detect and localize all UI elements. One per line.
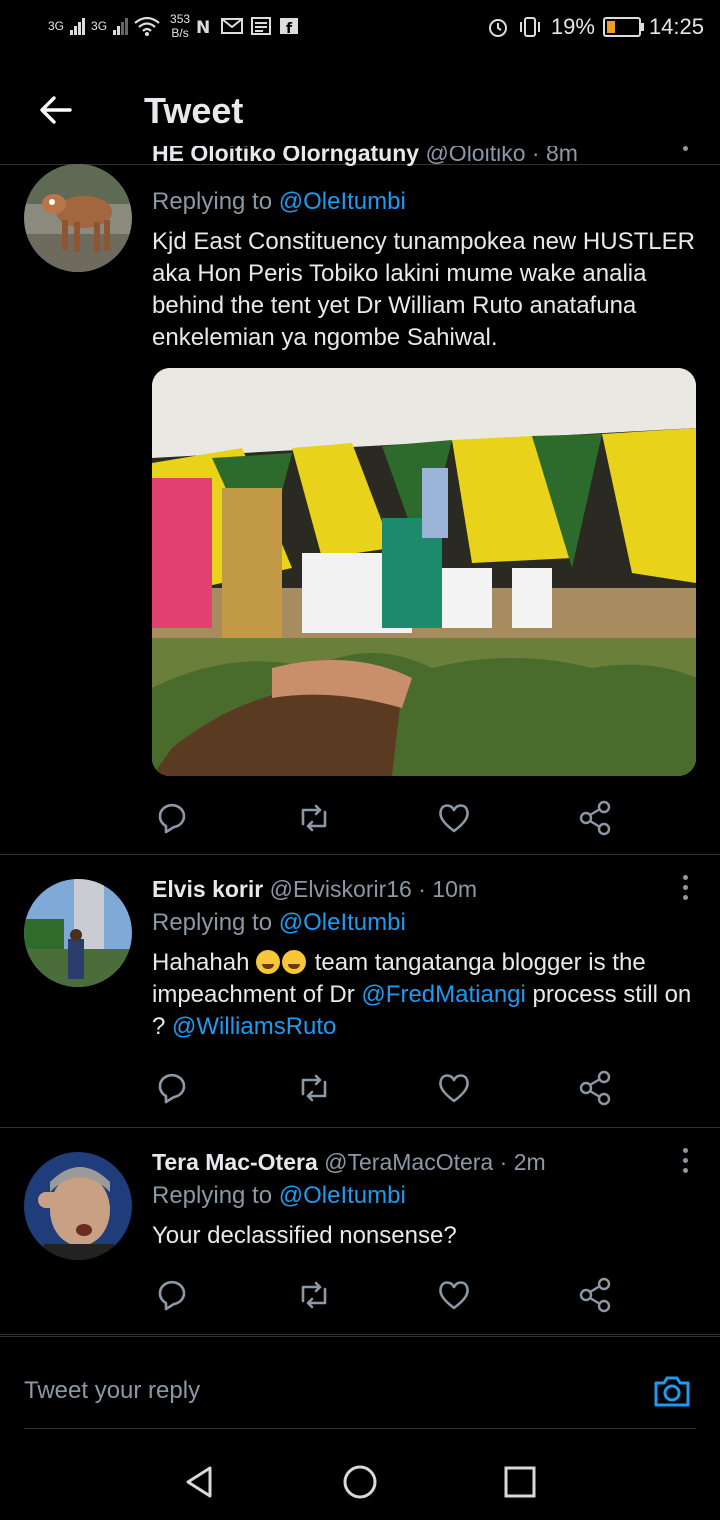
avatar[interactable] — [24, 164, 132, 272]
sim1-label: 3G — [48, 19, 65, 33]
replying-to: Replying to @OleItumbi — [152, 907, 696, 939]
replying-to-mention[interactable]: @OleItumbi — [279, 909, 406, 936]
avatar[interactable] — [24, 879, 132, 987]
status-bar: 3G 3G 353 B/s N f 19% 14:25 — [0, 0, 720, 56]
mention-link[interactable]: @WilliamsRuto — [172, 1013, 336, 1040]
retweet-icon[interactable] — [294, 798, 334, 838]
vibrate-icon — [519, 17, 540, 37]
replying-to-mention[interactable]: @OleItumbi — [279, 1182, 406, 1209]
tweet-actions — [152, 798, 622, 838]
laughing-emoji-icon — [256, 950, 281, 974]
more-options-icon[interactable] — [680, 875, 690, 905]
battery-percent: 19% — [550, 14, 595, 39]
tweet-author-name[interactable]: Elvis korir — [152, 876, 263, 902]
divider — [24, 1428, 696, 1429]
like-icon[interactable] — [434, 798, 474, 838]
tweet-author-name[interactable]: HE Oloitiko Olorngatuny — [152, 146, 419, 166]
replying-to: Replying to @OleItumbi — [152, 1180, 696, 1212]
tweet-author-handle: @TeraMacOtera — [324, 1149, 494, 1175]
tweet-author-name[interactable]: Tera Mac-Otera — [152, 1149, 318, 1175]
tweet-actions — [152, 1068, 622, 1108]
like-icon[interactable] — [434, 1275, 474, 1315]
sim2-label: 3G — [91, 19, 108, 33]
more-options-icon[interactable] — [680, 146, 690, 176]
camera-icon[interactable] — [652, 1371, 692, 1411]
tweet-time: 2m — [513, 1149, 546, 1175]
avatar-photo — [24, 879, 132, 987]
clock: 14:25 — [648, 14, 704, 39]
tweet[interactable]: Tera Mac-Otera @TeraMacOtera · 2m Replyi… — [0, 1128, 720, 1335]
tweet-actions — [152, 1275, 622, 1315]
reply-icon[interactable] — [152, 798, 192, 838]
notification-icons: N f — [196, 17, 299, 36]
tweet[interactable]: HE Oloitiko Olorngatuny @Oloitiko · 8m R… — [0, 140, 720, 855]
reply-icon[interactable] — [152, 1275, 192, 1315]
system-navigation-bar — [0, 1440, 720, 1520]
alarm-icon — [488, 19, 507, 37]
tweet-time: 10m — [432, 876, 478, 902]
back-arrow-icon[interactable] — [36, 90, 76, 130]
nav-recents-icon[interactable] — [500, 1462, 540, 1502]
reply-composer: Tweet your reply — [0, 1336, 720, 1429]
tweet-time: 8m — [545, 146, 578, 166]
reply-icon[interactable] — [152, 1068, 192, 1108]
nav-back-icon[interactable] — [180, 1462, 220, 1502]
network-speed-value: 353 — [170, 12, 191, 26]
avatar[interactable] — [24, 1152, 132, 1260]
mention-link[interactable]: @FredMatiangi — [361, 981, 525, 1008]
tweet[interactable]: Elvis korir @Elviskorir16 · 10m Replying… — [0, 855, 720, 1128]
signal-icon-2 — [113, 17, 129, 35]
reply-input[interactable]: Tweet your reply — [24, 1377, 200, 1405]
wifi-icon — [134, 16, 160, 36]
nav-home-icon[interactable] — [340, 1462, 380, 1502]
tweet-author-handle: @Oloitiko — [425, 146, 526, 166]
retweet-icon[interactable] — [294, 1068, 334, 1108]
calf-photo — [24, 164, 132, 272]
tweet-text: Hahahah team tangatanga blogger is the i… — [152, 947, 696, 1043]
replying-to-mention[interactable]: @OleItumbi — [279, 188, 406, 215]
svg-text:f: f — [286, 21, 293, 36]
page-title: Tweet — [144, 90, 244, 131]
tweet-author-handle: @Elviskorir16 — [269, 876, 412, 902]
svg-text:N: N — [196, 18, 210, 36]
tweet-text-part: Hahahah — [152, 949, 257, 976]
tweet-image[interactable] — [152, 368, 696, 776]
retweet-icon[interactable] — [294, 1275, 334, 1315]
tweet-text: Kjd East Constituency tunampokea new HUS… — [152, 228, 695, 351]
tent-event-photo — [152, 368, 696, 776]
share-icon[interactable] — [576, 798, 616, 838]
like-icon[interactable] — [434, 1068, 474, 1108]
battery-icon — [602, 17, 644, 37]
signal-icon — [70, 17, 86, 35]
network-speed-unit: B/s — [171, 26, 189, 40]
avatar-photo — [24, 1152, 132, 1260]
tweet-text: Your declassified nonsense? — [152, 1222, 457, 1249]
share-icon[interactable] — [576, 1068, 616, 1108]
replying-prefix: Replying to — [152, 1182, 273, 1209]
share-icon[interactable] — [576, 1275, 616, 1315]
smiling-emoji-icon — [282, 950, 307, 974]
replying-prefix: Replying to — [152, 188, 273, 215]
more-options-icon[interactable] — [680, 1148, 690, 1178]
replying-to: Replying to @OleItumbi — [152, 186, 696, 218]
replying-prefix: Replying to — [152, 909, 273, 936]
